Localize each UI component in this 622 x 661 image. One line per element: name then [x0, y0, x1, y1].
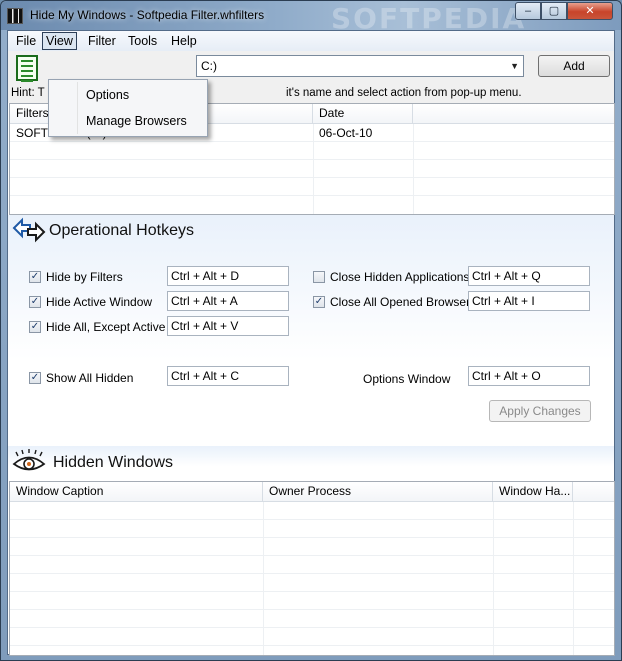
menu-tools[interactable]: Tools: [124, 32, 161, 50]
list-item: [10, 574, 614, 592]
show-all-hidden-label: Show All Hidden: [46, 371, 134, 385]
close-all-browsers-checkbox[interactable]: ✓: [313, 296, 325, 308]
menu-file[interactable]: File: [12, 32, 40, 50]
list-item: [10, 628, 614, 646]
table-row-empty: [10, 142, 614, 160]
menu-view[interactable]: View: [42, 32, 77, 50]
show-all-hidden-hotkey-input[interactable]: Ctrl + Alt + C: [167, 366, 289, 386]
column-header-window-handle[interactable]: Window Ha...: [493, 482, 573, 502]
list-item: [10, 502, 614, 520]
section-title-hidden-windows: Hidden Windows: [53, 454, 174, 471]
menu-help[interactable]: Help: [167, 32, 201, 50]
close-hidden-apps-label: Close Hidden Applications: [330, 270, 470, 284]
menu-item-options[interactable]: Options: [86, 88, 129, 102]
view-dropdown-menu: Options Manage Browsers: [48, 79, 208, 137]
title-bar[interactable]: SOFTPEDIA Hide My Windows - Softpedia Fi…: [1, 1, 621, 35]
hide-all-except-active-label: Hide All, Except Active: [46, 320, 166, 334]
client-area: File View Filter Tools Help C:) ▼ Add Hi…: [7, 30, 615, 656]
hint-text-end: it's name and select action from pop-up …: [286, 87, 522, 99]
column-header-empty: [573, 482, 614, 502]
hide-active-window-label: Hide Active Window: [46, 295, 153, 309]
combo-value: C:): [201, 59, 217, 73]
window-title: Hide My Windows - Softpedia Filter.whfil…: [30, 8, 265, 22]
show-all-hidden-checkbox[interactable]: ✓: [29, 372, 41, 384]
maximize-button[interactable]: ▢: [541, 2, 567, 20]
hide-by-filters-hotkey-input[interactable]: Ctrl + Alt + D: [167, 266, 289, 286]
filter-combo-box[interactable]: C:) ▼: [196, 55, 524, 77]
hide-active-window-hotkey-input[interactable]: Ctrl + Alt + A: [167, 291, 289, 311]
menu-item-manage-browsers[interactable]: Manage Browsers: [86, 114, 187, 128]
list-item: [10, 520, 614, 538]
chevron-down-icon[interactable]: ▼: [510, 58, 519, 74]
app-icon[interactable]: [7, 8, 23, 24]
close-button[interactable]: ✕: [567, 2, 613, 20]
eye-icon: [12, 449, 46, 471]
options-window-label: Options Window: [363, 372, 451, 386]
column-header-date[interactable]: Date: [313, 104, 413, 124]
list-item: [10, 592, 614, 610]
menu-bar: File View Filter Tools Help: [8, 31, 614, 51]
hide-all-except-active-checkbox[interactable]: ✓: [29, 321, 41, 333]
hidden-windows-section: Hidden Windows: [8, 446, 614, 480]
close-all-browsers-label: Close All Opened Browsers: [330, 295, 477, 309]
close-all-browsers-hotkey-input[interactable]: Ctrl + Alt + I: [468, 291, 590, 311]
menu-filter[interactable]: Filter: [84, 32, 120, 50]
operational-hotkeys-section: Operational Hotkeys ✓ Hide by Filters Ct…: [8, 215, 614, 457]
table-row-empty: [10, 178, 614, 196]
table-row-empty: [10, 160, 614, 178]
apply-changes-button[interactable]: Apply Changes: [489, 400, 591, 422]
column-header-window-caption[interactable]: Window Caption: [10, 482, 263, 502]
close-hidden-apps-checkbox[interactable]: [313, 271, 325, 283]
list-item: [10, 610, 614, 628]
column-header-owner-process[interactable]: Owner Process: [263, 482, 493, 502]
filter-date-cell: 06-Oct-10: [319, 126, 373, 140]
section-title-hotkeys: Operational Hotkeys: [49, 222, 194, 239]
minimize-button[interactable]: –: [515, 2, 541, 20]
app-window: SOFTPEDIA Hide My Windows - Softpedia Fi…: [0, 0, 622, 661]
hide-all-except-active-hotkey-input[interactable]: Ctrl + Alt + V: [167, 316, 289, 336]
list-item: [10, 538, 614, 556]
hidden-windows-table[interactable]: Window Caption Owner Process Window Ha..…: [9, 481, 615, 656]
hotkey-arrows-icon: [12, 217, 46, 243]
column-header-empty: [413, 104, 614, 124]
list-item: [10, 556, 614, 574]
add-button[interactable]: Add: [538, 55, 610, 77]
hide-active-window-checkbox[interactable]: ✓: [29, 296, 41, 308]
close-hidden-apps-hotkey-input[interactable]: Ctrl + Alt + Q: [468, 266, 590, 286]
hide-by-filters-checkbox[interactable]: ✓: [29, 271, 41, 283]
hide-by-filters-label: Hide by Filters: [46, 270, 123, 284]
options-window-hotkey-input[interactable]: Ctrl + Alt + O: [468, 366, 590, 386]
hint-text-start: Hint: T: [11, 87, 45, 99]
document-list-icon[interactable]: [16, 55, 38, 82]
